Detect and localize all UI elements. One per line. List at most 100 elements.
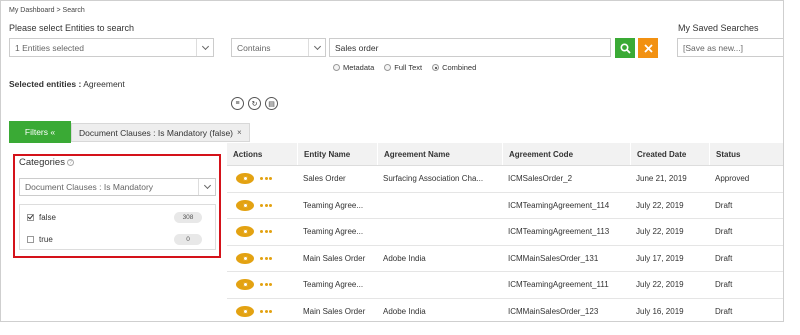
table-header: Actions Entity Name Agreement Name Agree… bbox=[227, 143, 783, 166]
radio-icon bbox=[384, 64, 392, 71]
facet-true[interactable]: true 0 bbox=[27, 234, 210, 245]
radio-icon bbox=[333, 64, 340, 71]
table-row[interactable]: Teaming Agree... ICMTeamingAgreement_113 J… bbox=[227, 219, 783, 246]
search-input[interactable]: Sales order bbox=[329, 38, 611, 57]
more-options-icon[interactable] bbox=[260, 256, 272, 260]
cell-entity-name: Main Sales Order bbox=[303, 253, 366, 263]
eye-icon[interactable] bbox=[236, 305, 254, 317]
selected-entities-label: Selected entities : bbox=[9, 79, 82, 89]
saved-searches-title: My Saved Searches bbox=[678, 23, 759, 33]
categories-title: Categories ? bbox=[19, 157, 74, 168]
cell-actions bbox=[227, 272, 297, 298]
cell-entity-name: Teaming Agree... bbox=[303, 200, 364, 210]
checkbox-icon[interactable] bbox=[27, 236, 34, 243]
saved-search-placeholder: [Save as new...] bbox=[683, 42, 744, 53]
entities-select[interactable]: 1 Entities selected bbox=[9, 38, 214, 57]
close-icon[interactable]: × bbox=[237, 128, 242, 137]
cell-agreement-code: ICMSalesOrder_2 bbox=[508, 174, 573, 184]
cell-actions bbox=[227, 219, 297, 245]
facet-list: false 308 true 0 bbox=[19, 204, 216, 250]
facet-label: false bbox=[39, 213, 56, 222]
cell-status: Draft bbox=[715, 253, 733, 263]
mode-full-text[interactable]: Full Text bbox=[384, 63, 422, 72]
list-icon[interactable]: ≡ bbox=[231, 97, 244, 110]
cell-agreement-name: Adobe India bbox=[383, 306, 426, 316]
cell-agreement-name bbox=[377, 272, 502, 298]
active-filter-chip: Document Clauses : Is Mandatory (false) … bbox=[71, 123, 250, 142]
cell-status: Draft bbox=[715, 306, 733, 316]
eye-icon[interactable] bbox=[236, 279, 254, 291]
more-options-icon[interactable] bbox=[260, 203, 272, 207]
eye-icon[interactable] bbox=[236, 173, 254, 185]
search-mode-group: Metadata Full Text Combined bbox=[333, 63, 476, 72]
search-page: My Dashboard > Search Please select Enti… bbox=[0, 0, 784, 322]
facet-false[interactable]: false 308 bbox=[27, 212, 210, 223]
header-entity-name[interactable]: Entity Name bbox=[297, 143, 377, 165]
export-icon[interactable]: ▤ bbox=[265, 97, 278, 110]
header-status[interactable]: Status bbox=[709, 143, 783, 165]
mode-combined[interactable]: Combined bbox=[432, 63, 476, 72]
cell-status: Draft bbox=[715, 200, 733, 210]
cell-actions bbox=[227, 246, 297, 272]
cell-created-date: July 22, 2019 bbox=[636, 227, 684, 237]
category-select[interactable]: Document Clauses : Is Mandatory bbox=[19, 178, 216, 196]
cell-agreement-code: ICMTeamingAgreement_111 bbox=[508, 280, 609, 290]
more-options-icon[interactable] bbox=[260, 230, 272, 234]
breadcrumb: My Dashboard > Search bbox=[9, 7, 85, 14]
more-options-icon[interactable] bbox=[260, 309, 272, 313]
cell-agreement-name: Surfacing Association Cha... bbox=[383, 174, 484, 184]
filters-toggle-button[interactable]: Filters « bbox=[9, 121, 71, 143]
cell-status: Draft bbox=[715, 280, 733, 290]
eye-icon[interactable] bbox=[236, 252, 254, 264]
operator-select[interactable]: Contains bbox=[231, 38, 326, 57]
breadcrumb-current: Search bbox=[62, 7, 85, 14]
chevron-down-icon bbox=[198, 179, 215, 195]
table-row[interactable]: Sales Order Surfacing Association Cha... I… bbox=[227, 166, 783, 193]
selected-entities: Selected entities : Agreement bbox=[9, 79, 125, 89]
cell-entity-name: Teaming Agree... bbox=[303, 280, 364, 290]
cell-entity-name: Main Sales Order bbox=[303, 306, 366, 316]
cell-created-date: July 22, 2019 bbox=[636, 200, 684, 210]
cell-actions bbox=[227, 166, 297, 192]
radio-selected-icon bbox=[432, 64, 440, 71]
header-agreement-code[interactable]: Agreement Code bbox=[502, 143, 630, 165]
header-agreement-name[interactable]: Agreement Name bbox=[377, 143, 502, 165]
breadcrumb-separator: > bbox=[56, 7, 61, 14]
cell-agreement-name bbox=[377, 219, 502, 245]
category-select-value: Document Clauses : Is Mandatory bbox=[25, 182, 154, 192]
entity-prompt: Please select Entities to search bbox=[9, 23, 135, 33]
eye-icon[interactable] bbox=[236, 226, 254, 238]
refresh-icon[interactable]: ↻ bbox=[248, 97, 261, 110]
table-row[interactable]: Main Sales Order Adobe India ICMMainSalesO… bbox=[227, 298, 783, 321]
eye-icon[interactable] bbox=[236, 199, 254, 211]
cell-agreement-name bbox=[377, 193, 502, 219]
checkbox-checked-icon[interactable] bbox=[27, 214, 34, 221]
facet-count: 0 bbox=[174, 234, 202, 245]
cell-created-date: June 21, 2019 bbox=[636, 174, 687, 184]
cell-status: Approved bbox=[715, 174, 750, 184]
close-icon bbox=[643, 43, 653, 53]
question-icon[interactable]: ? bbox=[66, 159, 74, 166]
cell-agreement-name: Adobe India bbox=[383, 253, 426, 263]
header-created-date[interactable]: Created Date bbox=[630, 143, 709, 165]
mode-metadata[interactable]: Metadata bbox=[333, 63, 374, 72]
table-row[interactable]: Teaming Agree... ICMTeamingAgreement_114 J… bbox=[227, 192, 783, 219]
cell-entity-name: Sales Order bbox=[303, 174, 346, 184]
cell-status: Draft bbox=[715, 227, 733, 237]
facet-count: 308 bbox=[174, 212, 202, 223]
saved-search-select[interactable]: [Save as new...] bbox=[677, 38, 783, 57]
search-button[interactable] bbox=[615, 38, 635, 58]
table-row[interactable]: Main Sales Order Adobe India ICMMainSalesO… bbox=[227, 245, 783, 272]
more-options-icon[interactable] bbox=[260, 177, 272, 181]
cell-actions bbox=[227, 193, 297, 219]
cell-agreement-code: ICMTeamingAgreement_114 bbox=[508, 200, 610, 210]
header-actions: Actions bbox=[233, 149, 263, 159]
clear-search-button[interactable] bbox=[638, 38, 658, 58]
chevron-down-icon bbox=[308, 39, 325, 56]
table-row[interactable]: Teaming Agree... ICMTeamingAgreement_111 J… bbox=[227, 272, 783, 299]
breadcrumb-home[interactable]: My Dashboard bbox=[9, 7, 55, 14]
more-options-icon[interactable] bbox=[260, 283, 272, 287]
active-filter-label: Document Clauses : Is Mandatory (false) bbox=[79, 127, 234, 138]
result-tools: ≡ ↻ ▤ bbox=[231, 97, 278, 110]
cell-entity-name: Teaming Agree... bbox=[303, 227, 364, 237]
